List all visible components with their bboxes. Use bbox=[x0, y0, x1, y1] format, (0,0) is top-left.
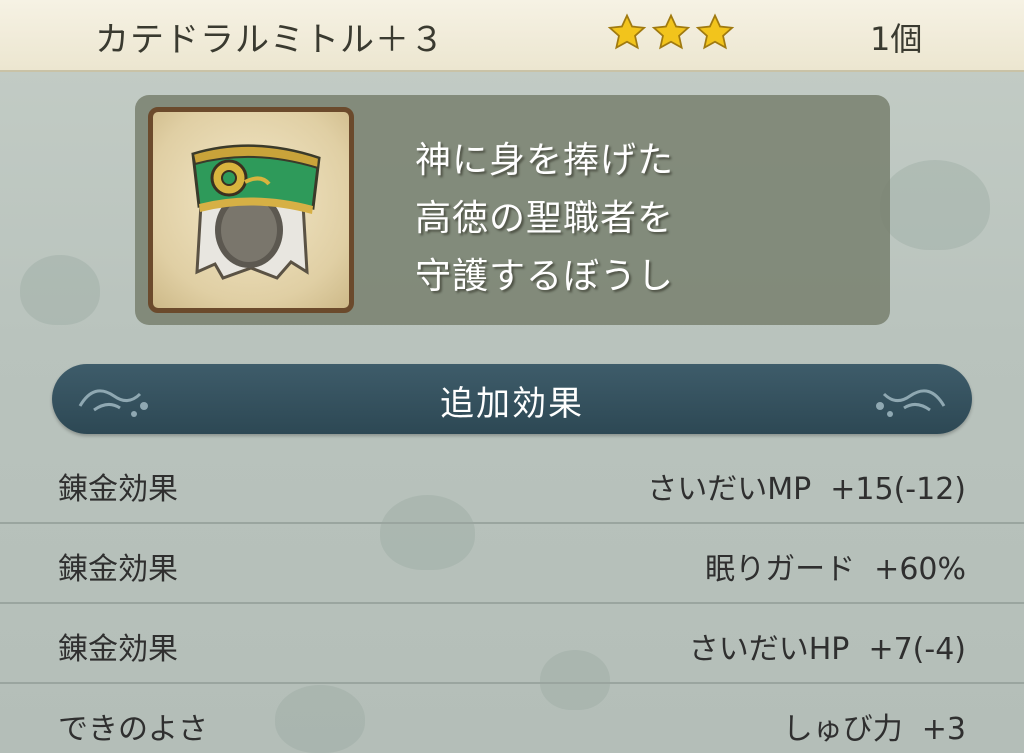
effect-row: 錬金効果 さいだいMP +15(-12) bbox=[0, 442, 1024, 524]
effect-value: さいだいMP +15(-12) bbox=[647, 472, 966, 507]
green-mitre-hat-icon bbox=[191, 144, 321, 280]
additional-effects-banner: 追加効果 bbox=[52, 364, 972, 434]
item-icon-frame bbox=[148, 107, 354, 313]
effect-value: しゅび力 +3 bbox=[782, 712, 966, 747]
background-slime-decoration bbox=[20, 255, 100, 325]
rarity-stars bbox=[606, 12, 736, 56]
item-count: 1個 bbox=[870, 20, 923, 58]
effect-row: 錬金効果 さいだいHP +7(-4) bbox=[0, 602, 1024, 684]
effect-label: できのよさ bbox=[58, 712, 208, 747]
item-name: カテドラルミトル＋３ bbox=[95, 20, 445, 60]
description-line: 高徳の聖職者を bbox=[415, 198, 675, 239]
effect-label: 錬金効果 bbox=[58, 552, 178, 587]
section-title: 追加効果 bbox=[440, 384, 584, 424]
star-icon bbox=[607, 13, 647, 50]
item-description: 神に身を捧げた 高徳の聖職者を 守護するぼうし bbox=[415, 132, 674, 306]
effect-row: 錬金効果 眠りガード +60% bbox=[0, 522, 1024, 604]
star-icon bbox=[695, 13, 735, 50]
effect-label: 錬金効果 bbox=[58, 632, 178, 667]
effect-value: 眠りガード +60% bbox=[705, 552, 966, 587]
effect-value: さいだいHP +7(-4) bbox=[688, 632, 966, 667]
description-line: 守護するぼうし bbox=[415, 256, 675, 297]
flourish-ornament-icon bbox=[876, 389, 946, 417]
star-icon bbox=[651, 13, 691, 50]
effect-label: 錬金効果 bbox=[58, 472, 178, 507]
background-slime-decoration bbox=[880, 160, 990, 250]
effect-row: できのよさ しゅび力 +3 bbox=[0, 682, 1024, 753]
description-line: 神に身を捧げた bbox=[415, 140, 675, 181]
item-header: カテドラルミトル＋３ 1個 bbox=[0, 0, 1024, 72]
